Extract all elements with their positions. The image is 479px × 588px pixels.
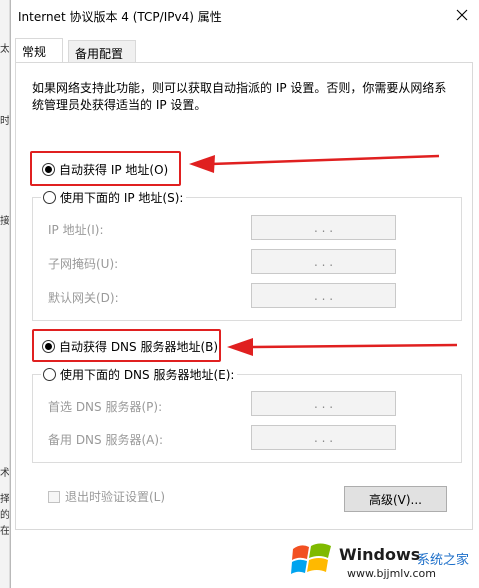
watermark: Windows 系统之家 www.bjjmlv.com: [279, 531, 479, 588]
red-arrow-icon: [227, 338, 458, 356]
watermark-brand: Windows: [339, 545, 421, 564]
background-text: 在: [0, 526, 9, 537]
background-text: 接: [0, 216, 9, 227]
annotation-arrows: [189, 154, 458, 356]
background-text: 择: [0, 494, 9, 505]
background-text: 的: [0, 510, 9, 521]
tcpip-properties-dialog: Internet 协议版本 4 (TCP/IPv4) 属性 常规 备用配置 如果…: [10, 0, 479, 588]
background-text: 术: [0, 468, 9, 479]
watermark-site: 系统之家: [417, 553, 470, 568]
background-text: 太: [0, 44, 9, 55]
red-arrow-icon: [189, 154, 440, 173]
background-text: 时: [0, 116, 9, 127]
background-window-strip: 太 时 接 术 择 的 在: [0, 0, 10, 588]
windows-logo-icon: [291, 543, 331, 574]
watermark-url: www.bjjmlv.com: [347, 567, 436, 580]
